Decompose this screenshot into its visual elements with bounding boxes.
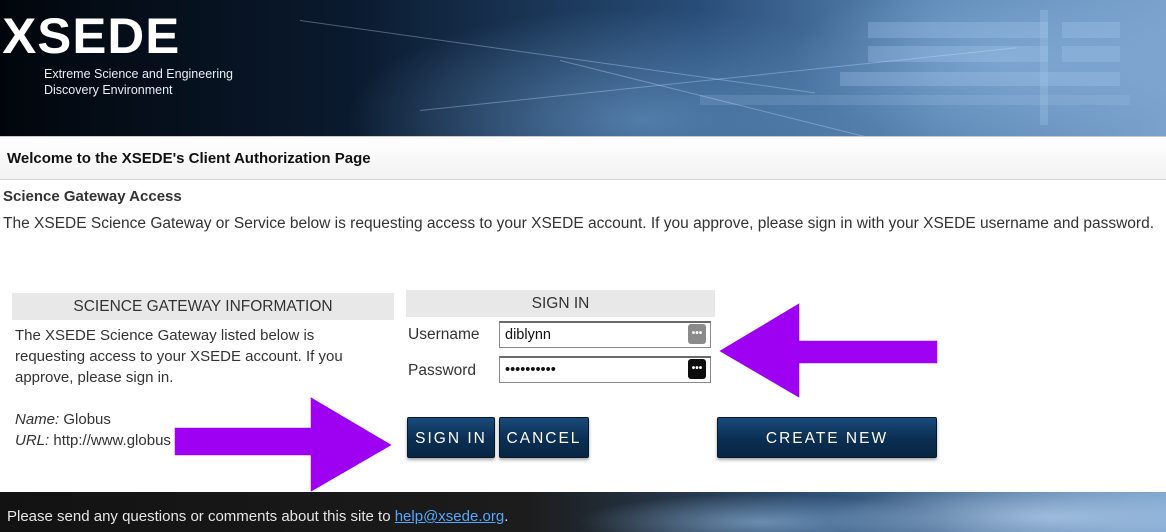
xsede-logo[interactable]: XSEDE xyxy=(2,6,180,66)
cancel-button[interactable]: CANCEL xyxy=(499,417,589,458)
signin-heading: SIGN IN xyxy=(406,290,715,317)
section-title: Science Gateway Access xyxy=(3,188,182,205)
help-email-link[interactable]: help@xsede.org xyxy=(395,508,504,525)
page-title: Welcome to the XSEDE's Client Authorizat… xyxy=(7,150,371,167)
banner-decor xyxy=(1062,46,1120,62)
banner-decor xyxy=(1062,22,1120,38)
footer: Please send any questions or comments ab… xyxy=(0,492,1166,532)
gateway-name-label: Name: xyxy=(15,411,60,428)
username-input[interactable] xyxy=(499,321,711,348)
banner-decor xyxy=(840,72,1120,86)
password-label: Password xyxy=(408,362,477,379)
logo-tagline: Extreme Science and Engineering Discover… xyxy=(44,66,233,98)
tagline-line-1: Extreme Science and Engineering xyxy=(44,67,234,81)
banner-decor xyxy=(700,95,1130,105)
gateway-url-row: URL: http://www.globus xyxy=(15,430,171,451)
footer-suffix: . xyxy=(504,508,509,525)
username-label: Username xyxy=(408,326,480,343)
gateway-info-heading: SCIENCE GATEWAY INFORMATION xyxy=(12,293,394,320)
password-manager-icon[interactable]: ••• xyxy=(688,324,706,344)
gateway-name-row: Name: Globus xyxy=(15,409,171,430)
footer-prefix: Please send any questions or comments ab… xyxy=(7,508,395,525)
banner-decor xyxy=(1040,10,1048,125)
banner-decor xyxy=(868,22,1048,38)
gateway-url-value: http://www.globus xyxy=(53,432,171,449)
tagline-line-2: Discovery Environment xyxy=(44,83,173,97)
header-banner: XSEDE Extreme Science and Engineering Di… xyxy=(0,0,1166,136)
gateway-url-label: URL: xyxy=(15,432,50,449)
banner-decor xyxy=(299,20,816,94)
sign-in-button[interactable]: SIGN IN xyxy=(407,417,495,458)
annotation-arrow-right-icon xyxy=(173,394,395,495)
annotation-arrow-left-icon xyxy=(716,300,939,401)
password-manager-icon[interactable]: ••• xyxy=(688,359,706,379)
welcome-bar: Welcome to the XSEDE's Client Authorizat… xyxy=(0,136,1166,180)
password-input[interactable] xyxy=(499,356,711,383)
intro-text: The XSEDE Science Gateway or Service bel… xyxy=(3,215,1155,232)
footer-text: Please send any questions or comments ab… xyxy=(7,508,508,525)
create-account-button[interactable]: CREATE NEW ACCOUNT xyxy=(717,417,937,488)
gateway-info-description: The XSEDE Science Gateway listed below i… xyxy=(15,327,343,386)
gateway-meta: Name: Globus URL: http://www.globus xyxy=(15,409,171,451)
gateway-name-value: Globus xyxy=(63,411,111,428)
